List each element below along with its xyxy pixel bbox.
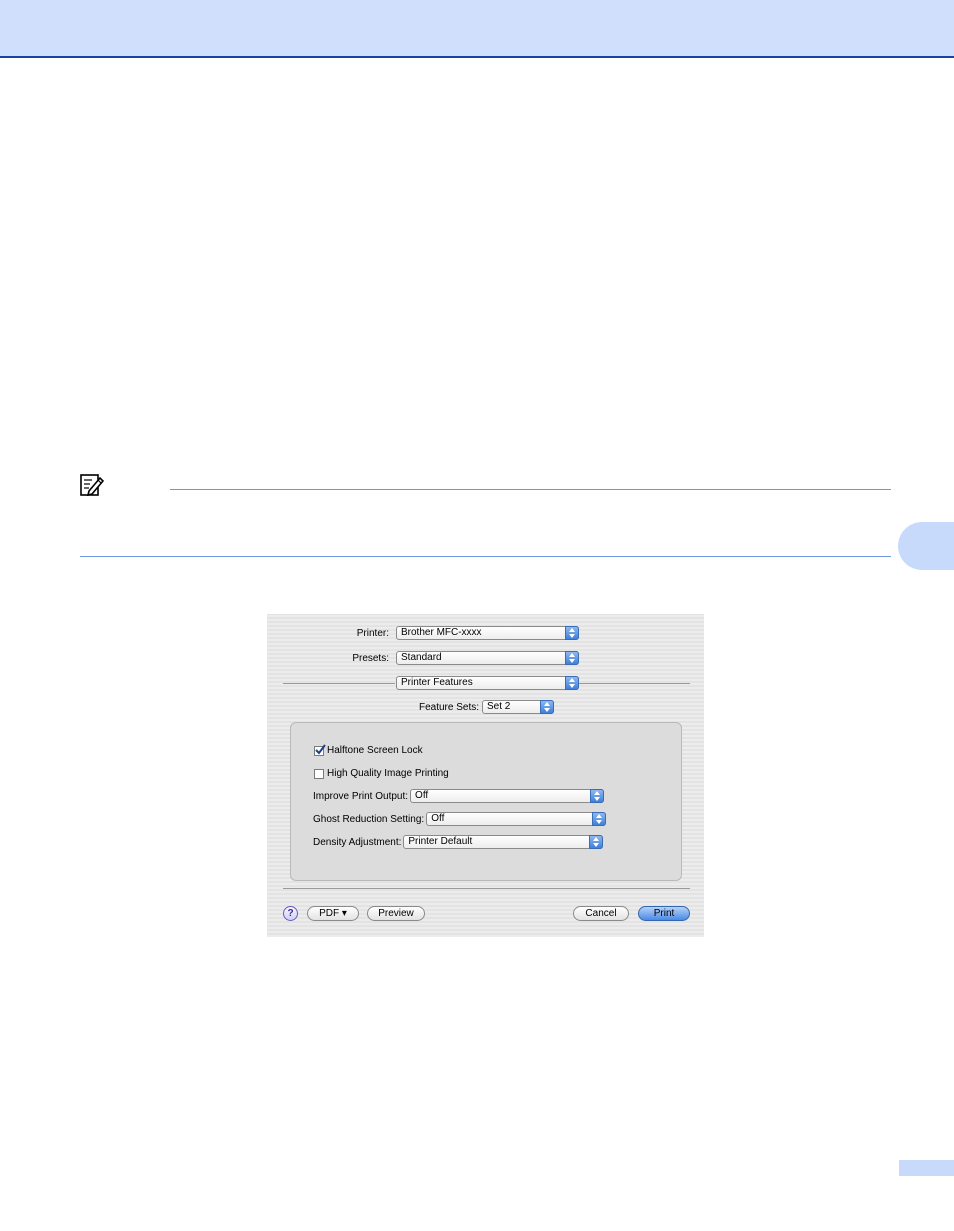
ghost-row: Ghost Reduction Setting: Off	[313, 812, 607, 826]
options-panel: Halftone Screen Lock High Quality Image …	[290, 722, 682, 881]
feature-sets-value: Set 2	[487, 701, 511, 712]
note-rule-bottom	[80, 556, 891, 557]
ghost-value: Off	[431, 813, 445, 824]
density-label: Density Adjustment:	[313, 836, 402, 848]
updown-arrow-icon	[592, 812, 607, 826]
print-dialog: Printer: Brother MFC-xxxx Presets: Stand…	[267, 614, 704, 937]
density-row: Density Adjustment: Printer Default	[313, 835, 604, 849]
updown-arrow-icon	[565, 626, 579, 640]
updown-arrow-icon	[565, 676, 579, 690]
page-header-band	[0, 0, 954, 58]
ghost-label: Ghost Reduction Setting:	[313, 813, 425, 825]
improve-output-row: Improve Print Output: Off	[313, 789, 605, 803]
hq-image-label: High Quality Image Printing	[327, 768, 449, 779]
hq-image-option[interactable]: High Quality Image Printing	[314, 768, 449, 779]
presets-label: Presets:	[352, 652, 389, 664]
note-pencil-icon	[80, 474, 104, 497]
updown-arrow-icon	[589, 835, 604, 849]
panel-selector-row: Printer Features	[396, 676, 579, 690]
printer-popup[interactable]: Brother MFC-xxxx	[396, 626, 579, 640]
panel-popup[interactable]: Printer Features	[396, 676, 579, 690]
note-rule-top	[170, 489, 891, 490]
density-value: Printer Default	[408, 836, 473, 847]
printer-value: Brother MFC-xxxx	[401, 627, 482, 638]
updown-arrow-icon	[590, 789, 605, 803]
print-button[interactable]: Print	[638, 906, 690, 921]
chapter-tab	[898, 522, 954, 570]
updown-arrow-icon	[565, 651, 579, 665]
improve-output-value: Off	[415, 790, 429, 801]
presets-popup[interactable]: Standard	[396, 651, 579, 665]
printer-label: Printer:	[356, 627, 389, 639]
feature-sets-popup[interactable]: Set 2	[482, 700, 554, 714]
halftone-label: Halftone Screen Lock	[327, 745, 423, 756]
feature-sets-label: Feature Sets:	[418, 701, 479, 713]
presets-row: Presets: Standard	[267, 651, 579, 665]
panel-rule-left	[283, 683, 395, 684]
page-number-box	[899, 1160, 954, 1176]
cancel-button[interactable]: Cancel	[573, 906, 629, 921]
improve-output-label: Improve Print Output:	[313, 790, 409, 802]
panel-rule-right	[578, 683, 690, 684]
updown-arrow-icon	[540, 700, 554, 714]
preview-button[interactable]: Preview	[367, 906, 425, 921]
halftone-option[interactable]: Halftone Screen Lock	[314, 743, 423, 756]
checkmark-icon	[315, 743, 326, 755]
improve-output-popup[interactable]: Off	[410, 789, 605, 803]
panel-value: Printer Features	[401, 677, 473, 688]
footer-divider	[283, 888, 690, 889]
pdf-button[interactable]: PDF ▾	[307, 906, 359, 921]
help-button[interactable]: ?	[283, 906, 298, 921]
halftone-checkbox[interactable]	[314, 743, 326, 756]
density-popup[interactable]: Printer Default	[403, 835, 604, 849]
feature-sets-row: Feature Sets: Set 2	[267, 700, 554, 714]
presets-value: Standard	[401, 652, 442, 663]
hq-image-checkbox[interactable]	[314, 768, 324, 779]
printer-row: Printer: Brother MFC-xxxx	[267, 626, 579, 640]
ghost-popup[interactable]: Off	[426, 812, 607, 826]
